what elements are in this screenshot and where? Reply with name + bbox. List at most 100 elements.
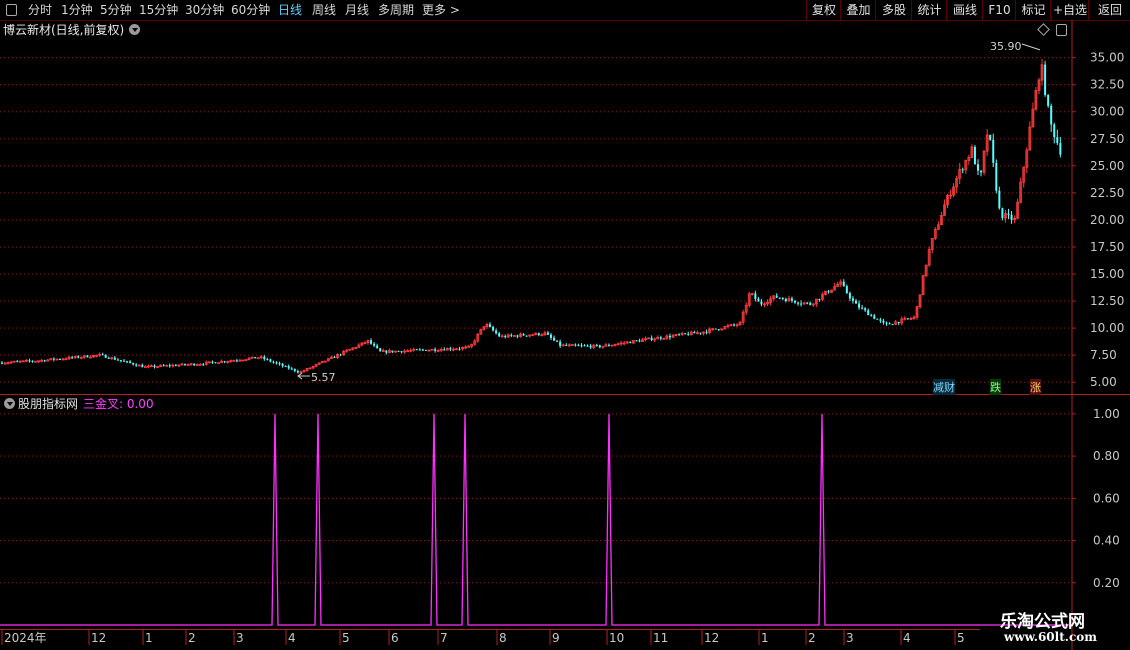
candle-body-145 — [443, 349, 446, 351]
x-tick-label-8: 7 — [440, 631, 448, 645]
candle-body-130 — [397, 351, 400, 353]
candle-body-261 — [797, 302, 800, 304]
candle-body-94 — [287, 366, 290, 369]
candle-body-342 — [1044, 64, 1047, 95]
candle-body-172 — [525, 335, 528, 337]
candle-body-192 — [586, 345, 589, 347]
candle-body-183 — [559, 341, 562, 346]
candle-body-0 — [1, 362, 3, 364]
x-tick-label-3: 2 — [188, 631, 196, 645]
candle-body-126 — [385, 350, 388, 353]
indicator-menu-icon[interactable] — [4, 398, 15, 409]
candle-body-216 — [659, 337, 662, 339]
panel-layout-icon[interactable] — [1056, 24, 1067, 36]
candle-body-256 — [781, 298, 784, 300]
candle-body-95 — [290, 368, 293, 370]
candle-body-320 — [977, 164, 979, 171]
candle-body-315 — [961, 169, 964, 171]
candle-body-39 — [119, 360, 122, 362]
watermark-url: www.60lt.com — [1004, 630, 1097, 644]
candle-body-330 — [1007, 213, 1010, 215]
candle-body-160 — [489, 324, 491, 327]
candle-body-195 — [595, 345, 598, 347]
x-tick-label-5: 4 — [288, 631, 296, 645]
candle-body-209 — [638, 340, 641, 342]
candle-body-41 — [126, 361, 129, 363]
candle-body-279 — [851, 298, 854, 301]
candle-body-206 — [629, 341, 632, 344]
candle-body-291 — [888, 323, 891, 325]
y-tick-label-7: 17.50 — [1090, 240, 1124, 254]
indicator-name: 股朋指标网 — [18, 397, 79, 411]
candle-body-167 — [510, 334, 513, 336]
x-tick-label-1: 12 — [91, 631, 106, 645]
candle-body-199 — [607, 344, 610, 346]
candle-body-281 — [858, 303, 861, 308]
candle-body-165 — [504, 335, 507, 338]
candle-body-169 — [516, 335, 519, 337]
candle-body-190 — [580, 345, 583, 347]
candle-body-76 — [232, 359, 236, 362]
candle-body-321 — [980, 170, 983, 173]
candle-body-122 — [373, 343, 376, 346]
y-tick-label-2: 30.00 — [1090, 105, 1124, 119]
candle-body-213 — [650, 337, 653, 341]
marker-finance[interactable]: 减财 — [933, 379, 955, 395]
candle-body-290 — [885, 322, 888, 324]
candle-body-231 — [705, 331, 708, 333]
candle-body-271 — [827, 291, 830, 293]
candle-body-43 — [132, 362, 135, 365]
indicator-series-label: 三金叉: 0.00 — [83, 397, 154, 411]
candle-body-109 — [333, 356, 336, 358]
marker-fall[interactable]: 跌 — [990, 379, 1001, 395]
y-tick-label-1: 32.50 — [1090, 78, 1124, 92]
candle-body-139 — [424, 349, 427, 351]
candle-body-222 — [678, 334, 681, 336]
candle-body-227 — [693, 332, 696, 334]
marker-rise[interactable]: 涨 — [1030, 379, 1041, 395]
candle-body-331 — [1010, 214, 1013, 220]
candle-body-191 — [583, 345, 586, 347]
low-price-label: 5.57 — [311, 371, 336, 384]
candle-body-265 — [809, 302, 812, 305]
candle-body-70 — [214, 362, 217, 364]
candle-body-282 — [861, 307, 864, 309]
candle-body-96 — [293, 368, 296, 372]
x-tick-label-14: 1 — [761, 631, 769, 645]
candle-body-255 — [778, 297, 781, 299]
x-tick-label-10: 9 — [552, 631, 560, 645]
x-tick-label-9: 8 — [499, 631, 507, 645]
candle-body-264 — [806, 302, 809, 304]
chevron-down-icon[interactable] — [129, 24, 140, 35]
candle-body-196 — [598, 345, 601, 348]
candle-body-326 — [995, 162, 998, 191]
candle-body-234 — [714, 328, 717, 330]
candle-body-87 — [266, 359, 269, 361]
ind-y-tick-label-3: 0.40 — [1093, 534, 1120, 548]
candle-body-343 — [1047, 94, 1050, 106]
indicator-y-axis: 1.00 0.80 0.60 0.40 0.20 — [1072, 407, 1120, 590]
candle-body-97 — [296, 371, 299, 373]
candle-body-288 — [879, 319, 882, 321]
candle-body-137 — [418, 349, 421, 351]
candle-body-283 — [864, 308, 867, 311]
candle-body-181 — [553, 337, 556, 341]
candle-body-23 — [71, 357, 74, 359]
candle-body-69 — [211, 361, 214, 363]
candle-body-10 — [31, 360, 34, 362]
candle-body-182 — [556, 340, 559, 342]
candle-body-42 — [129, 361, 132, 363]
candle-body-40 — [123, 360, 125, 362]
y-tick-label-10: 10.00 — [1090, 321, 1124, 335]
x-tick-label-11: 10 — [609, 631, 624, 645]
x-tick-label-18: 5 — [957, 631, 965, 645]
candle-body-277 — [845, 286, 848, 294]
y-tick-label-4: 25.00 — [1090, 159, 1124, 173]
candle-body-50 — [153, 365, 156, 368]
candle-body-229 — [699, 332, 702, 334]
candle-body-284 — [867, 310, 870, 316]
candle-body-147 — [449, 348, 452, 350]
y-tick-label-12: 5.00 — [1090, 375, 1117, 389]
candle-body-17 — [52, 358, 55, 360]
candle-body-33 — [101, 354, 104, 356]
